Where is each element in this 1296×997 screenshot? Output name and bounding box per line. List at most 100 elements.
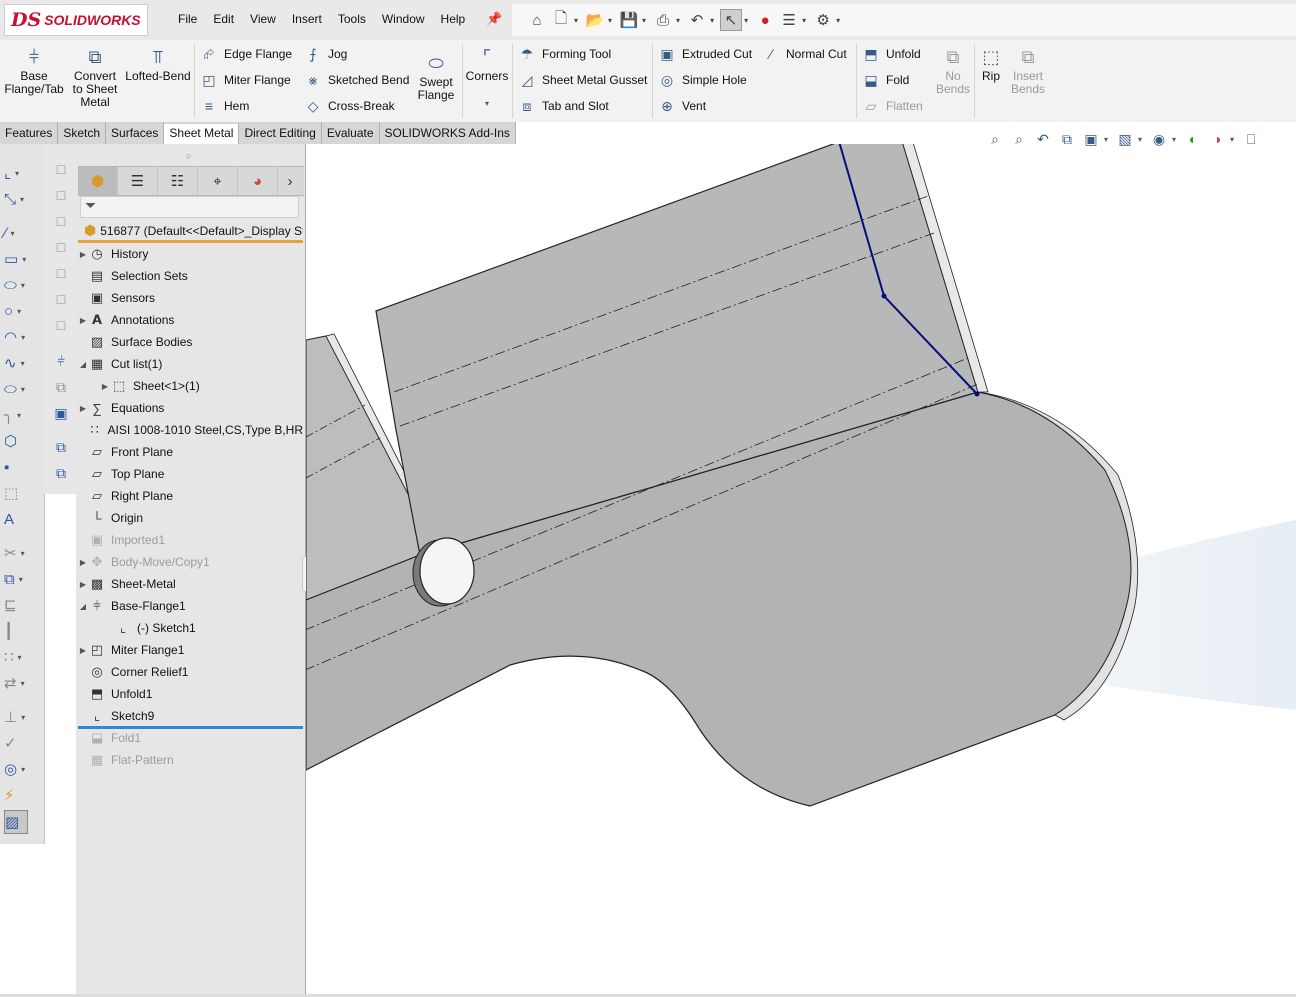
rectangle-icon[interactable]: ▭ ▾ [4, 248, 40, 270]
feature-manager-tab-icon[interactable]: ⬢ [78, 167, 118, 195]
sheet-metal-gusset-button[interactable]: ◿ Sheet Metal Gusset [518, 69, 648, 91]
spline-icon[interactable]: ∿ ▾ [4, 352, 40, 374]
display-icon[interactable]: ▣ [50, 402, 72, 424]
tree-item-front-plane[interactable]: ▱ Front Plane [78, 441, 303, 463]
sheet-icon[interactable]: □ [50, 158, 72, 180]
menu-insert[interactable]: Insert [284, 8, 330, 32]
centerline-icon[interactable]: ⬚ [4, 482, 40, 504]
expand-arrow-icon[interactable]: ▶ [78, 646, 88, 655]
tree-item-sketch9[interactable]: ⌞ Sketch9 [78, 705, 303, 727]
unfold-button[interactable]: ⬒ Unfold [862, 43, 920, 65]
tree-item-equations[interactable]: ▶ ∑ Equations [78, 397, 303, 419]
tree-filter[interactable]: ⏷ [80, 196, 299, 218]
no-bends-button[interactable]: ⧉ No Bends [934, 46, 972, 96]
corners-button[interactable]: ⌜ Corners ▾ [464, 46, 510, 110]
collapse-arrow-icon[interactable]: ◢ [78, 360, 88, 369]
tree-item-fold[interactable]: ⬓ Fold1 [78, 727, 303, 749]
tree-item-miter-flange[interactable]: ▶ ◰ Miter Flange1 [78, 639, 303, 661]
base-flange-button[interactable]: ⫩ Base Flange/Tab [4, 46, 64, 96]
extruded-cut-button[interactable]: ▣ Extruded Cut [658, 43, 752, 65]
quick-snaps-icon[interactable]: ◎ ▾ [4, 758, 40, 780]
panel-grip-icon[interactable]: ○ [186, 151, 191, 161]
display-style-dropdown-icon[interactable]: ▾ [1138, 135, 1142, 144]
tree-item-flat-pattern[interactable]: ▦ Flat-Pattern [78, 749, 303, 771]
rip-button[interactable]: ⬚ Rip [976, 46, 1006, 83]
tree-item-sheet-metal[interactable]: ▶ ▩ Sheet-Metal [78, 573, 303, 595]
mirror-icon[interactable]: ┃ [4, 620, 40, 642]
scene-dropdown-icon[interactable]: ▾ [1230, 135, 1234, 144]
menu-view[interactable]: View [242, 8, 284, 32]
save-icon[interactable]: 💾 [618, 9, 640, 31]
more-tabs-chevron-icon[interactable]: › [278, 167, 302, 195]
file-properties-icon[interactable]: ☰ [778, 9, 800, 31]
tree-item-base-flange[interactable]: ◢ ⫩ Base-Flange1 [78, 595, 303, 617]
options-icon[interactable]: ⚙ [812, 9, 834, 31]
fold-button[interactable]: ⬓ Fold [862, 69, 909, 91]
hide-show-items-icon[interactable]: ◉ [1148, 128, 1170, 150]
hem-button[interactable]: ≡ Hem [200, 95, 249, 117]
view-orientation-icon[interactable]: ▣ [1080, 128, 1102, 150]
insert-bends-button[interactable]: ⧉ Insert Bends [1008, 46, 1048, 96]
tab-and-slot-button[interactable]: ⧈ Tab and Slot [518, 95, 609, 117]
miter-flange-button[interactable]: ◰ Miter Flange [200, 69, 290, 91]
linear-pattern-icon[interactable]: ∷ ▾ [4, 646, 40, 668]
tab-sheet-metal[interactable]: Sheet Metal [164, 122, 240, 144]
tree-root-part[interactable]: ⬢ 516877 (Default<<Default>_Display St [78, 221, 303, 243]
expand-arrow-icon[interactable]: ▶ [78, 250, 88, 259]
pin-icon[interactable]: 📌 [486, 11, 502, 27]
open-icon[interactable]: 📂 [584, 9, 606, 31]
point-icon[interactable]: ▪ [4, 456, 40, 478]
view-orientation-dropdown-icon[interactable]: ▾ [1104, 135, 1108, 144]
copy-icon[interactable]: ⧉ [50, 436, 72, 458]
home-icon[interactable]: ⌂ [526, 9, 548, 31]
sketched-bend-button[interactable]: ⨳ Sketched Bend [304, 69, 410, 91]
menu-tools[interactable]: Tools [330, 8, 374, 32]
jog-button[interactable]: ⨍ Jog [304, 43, 347, 65]
tree-item-selection-sets[interactable]: ▤ Selection Sets [78, 265, 303, 287]
polygon-icon[interactable]: ⬡ [4, 430, 40, 452]
undo-dropdown-icon[interactable]: ▾ [710, 16, 714, 25]
sketch-tool-icon[interactable]: ⫩ [50, 350, 72, 372]
text-icon[interactable]: A [4, 508, 40, 530]
apply-scene-icon[interactable]: ◑ [1206, 128, 1228, 150]
cross-break-button[interactable]: ◇ Cross-Break [304, 95, 395, 117]
tree-item-origin[interactable]: └ Origin [78, 507, 303, 529]
zoom-to-area-icon[interactable]: ⌕ [1008, 128, 1030, 150]
tree-item-cut-list[interactable]: ◢ ▦ Cut list(1) [78, 353, 303, 375]
smart-dimension-icon[interactable]: ⤡ ▾ [4, 188, 40, 210]
rebuild-icon[interactable]: ● [754, 9, 776, 31]
tree-item-history[interactable]: ▶ ◷ History [78, 243, 303, 265]
section-view-icon[interactable]: ⧉ [1056, 128, 1078, 150]
menu-edit[interactable]: Edit [205, 8, 242, 32]
swept-flange-button[interactable]: ⬭ Swept Flange [412, 52, 460, 102]
undo-icon[interactable]: ↶ [686, 9, 708, 31]
tab-sketch[interactable]: Sketch [58, 122, 107, 144]
tree-item-unfold[interactable]: ⬒ Unfold1 [78, 683, 303, 705]
sheet-icon[interactable]: □ [50, 288, 72, 310]
display-style-icon[interactable]: ▧ [1114, 128, 1136, 150]
normal-cut-button[interactable]: ∕ Normal Cut [762, 43, 847, 65]
save-dropdown-icon[interactable]: ▾ [642, 16, 646, 25]
line-icon[interactable]: ∕ ▾ [4, 222, 40, 244]
select-dropdown-icon[interactable]: ▾ [744, 16, 748, 25]
corners-dropdown-icon[interactable]: ▾ [464, 97, 510, 110]
sheet-icon[interactable]: □ [50, 236, 72, 258]
tree-item-imported[interactable]: ▣ Imported1 [78, 529, 303, 551]
sketch-icon[interactable]: ⌞ ▾ [4, 162, 40, 184]
simple-hole-button[interactable]: ◎ Simple Hole [658, 69, 747, 91]
tree-item-sensors[interactable]: ▣ Sensors [78, 287, 303, 309]
fillet-icon[interactable]: ╮ ▾ [4, 404, 40, 426]
sheet-icon[interactable]: □ [50, 314, 72, 336]
tool-icon[interactable]: ⧉ [50, 376, 72, 398]
display-manager-tab-icon[interactable]: ◕ [238, 167, 278, 195]
menu-help[interactable]: Help [433, 8, 474, 32]
edit-appearance-icon[interactable]: ◐ [1182, 128, 1204, 150]
print-icon[interactable]: ⎙ [652, 9, 674, 31]
tree-item-material[interactable]: ∷ AISI 1008-1010 Steel,CS,Type B,HR [78, 419, 303, 441]
offset-entities-icon[interactable]: ⊑ [4, 594, 40, 616]
tree-item-right-plane[interactable]: ▱ Right Plane [78, 485, 303, 507]
solidworks-logo[interactable]: DS SOLIDWORKS [4, 4, 148, 36]
tree-item-corner-relief[interactable]: ◎ Corner Relief1 [78, 661, 303, 683]
relations-icon[interactable]: ⊥ ▾ [4, 706, 40, 728]
graphics-area[interactable] [306, 144, 1296, 997]
